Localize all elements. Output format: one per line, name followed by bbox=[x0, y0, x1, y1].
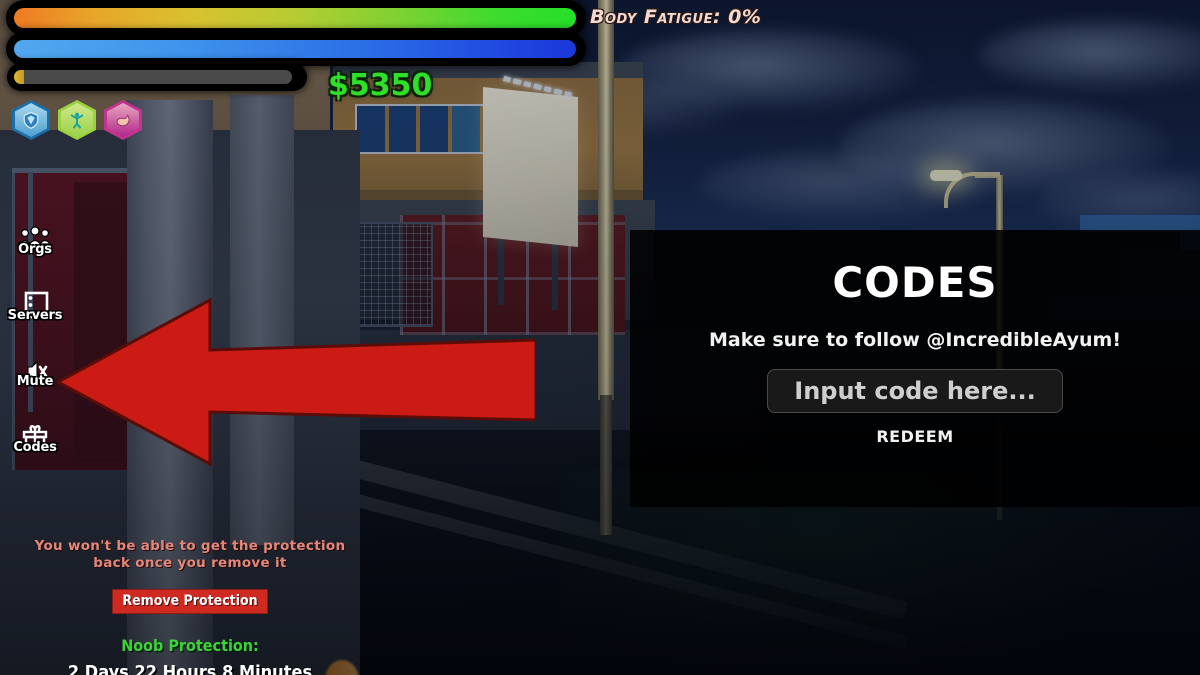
health-bar bbox=[12, 6, 580, 30]
ability-icon-row bbox=[12, 100, 142, 140]
sidebar-item-label: Codes bbox=[13, 439, 57, 455]
sidebar-item-codes[interactable]: Codes bbox=[6, 423, 64, 463]
xp-bar-fill bbox=[14, 70, 24, 84]
strength-ability-slot[interactable] bbox=[104, 100, 142, 140]
money-counter: $5350 bbox=[328, 68, 433, 103]
xp-bar-track bbox=[14, 70, 293, 84]
stamina-bar-fill bbox=[14, 40, 577, 58]
codes-panel-subtitle: Make sure to follow @IncredibleAyum! bbox=[708, 329, 1121, 351]
sidebar-item-label: Servers bbox=[7, 307, 63, 323]
utility-pole bbox=[598, 0, 614, 400]
sidebar-item-servers[interactable]: Servers bbox=[6, 291, 64, 331]
sidebar-item-label: Mute bbox=[16, 373, 54, 389]
sidebar-item-orgs[interactable]: Orgs bbox=[6, 225, 64, 265]
xp-bar bbox=[12, 68, 302, 86]
noob-protection-timer: 2 Days 22 Hours 8 Minutes bbox=[67, 662, 313, 675]
health-bar-fill bbox=[14, 8, 577, 28]
stamina-bar bbox=[12, 38, 580, 60]
status-bars bbox=[12, 6, 582, 94]
flex-arm-icon bbox=[107, 103, 139, 137]
figure-icon bbox=[61, 103, 93, 137]
code-input[interactable] bbox=[767, 369, 1063, 413]
agility-ability-slot[interactable] bbox=[58, 100, 96, 140]
redeem-button[interactable]: REDEEM bbox=[876, 427, 953, 446]
utility-pole-base bbox=[600, 395, 612, 535]
street-lamp-light bbox=[930, 170, 962, 181]
body-fatigue-label: Body Fatigue: 0% bbox=[590, 6, 762, 28]
protection-warning-line-2: back once you remove it bbox=[93, 555, 287, 571]
protection-warning-line-1: You won't be able to get the protection bbox=[34, 538, 346, 554]
shield-icon bbox=[15, 103, 47, 137]
sidebar-item-label: Orgs bbox=[18, 241, 52, 257]
remove-protection-button[interactable]: Remove Protection bbox=[112, 589, 268, 614]
noob-protection-block: You won't be able to get the protection … bbox=[0, 538, 380, 675]
shield-ability-slot[interactable] bbox=[12, 100, 50, 140]
side-menu: Orgs Servers Mute Codes bbox=[6, 225, 64, 463]
game-screen: Body Fatigue: 0% $5350 Orgs Servers Mute… bbox=[0, 0, 1200, 675]
codes-panel-title: CODES bbox=[832, 258, 998, 307]
red-pointer-arrow bbox=[54, 292, 538, 470]
codes-panel: CODES Make sure to follow @IncredibleAyu… bbox=[630, 230, 1200, 507]
billboard-leg bbox=[552, 235, 558, 310]
sidebar-item-mute[interactable]: Mute bbox=[6, 357, 64, 397]
noob-protection-title: Noob Protection: bbox=[121, 636, 259, 655]
